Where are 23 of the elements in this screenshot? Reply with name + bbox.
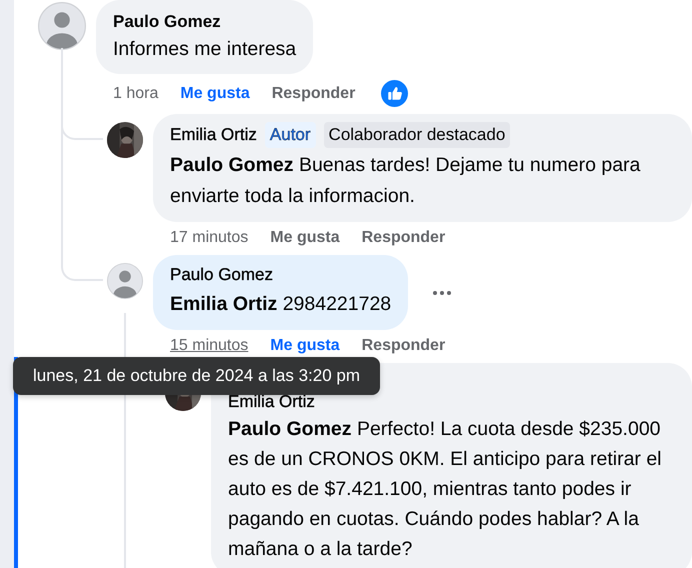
reply-link[interactable]: Responder (272, 84, 356, 104)
author-name[interactable]: Paulo Gomez (113, 10, 221, 34)
like-link[interactable]: Me gusta (270, 336, 340, 356)
author-badge: Autor (264, 122, 316, 148)
like-link[interactable]: Me gusta (180, 84, 250, 104)
avatar-icon[interactable] (38, 2, 86, 50)
contributor-badge: Colaborador destacado (324, 122, 510, 148)
comment-text: Paulo Gomez Perfecto! La cuota desde $235.000 es de un CRONOS 0KM. El anticipo para retirar el auto es de $7.421.100, mientras tanto podes ir pagando en cuotas. Cuándo podes hablar? A la mañana o a la tarde? (228, 417, 663, 562)
author-name[interactable]: Paulo Gomez (170, 263, 273, 287)
comment-text: Informes me interesa (113, 37, 296, 62)
reply-link[interactable]: Responder (362, 336, 446, 356)
avatar-icon[interactable] (107, 263, 143, 299)
date-tooltip: lunes, 21 de octubre de 2024 a las 3:20 pm (13, 357, 380, 395)
like-icon[interactable] (381, 80, 408, 107)
comment-text: Paulo Gomez Buenas tardes! Dejame tu numero para enviarte toda la informacion. (170, 153, 642, 209)
timestamp-link[interactable]: 17 minutos (170, 228, 248, 248)
author-name[interactable]: Emilia Ortiz (170, 123, 257, 147)
comment-text: Emilia Ortiz 2984221728 (170, 292, 392, 317)
like-link[interactable]: Me gusta (270, 228, 340, 248)
more-icon[interactable] (432, 290, 452, 296)
author-name[interactable]: Emilia Ortiz (228, 392, 315, 412)
reply-link[interactable]: Responder (362, 228, 446, 248)
timestamp-link[interactable]: 1 hora (113, 84, 158, 104)
